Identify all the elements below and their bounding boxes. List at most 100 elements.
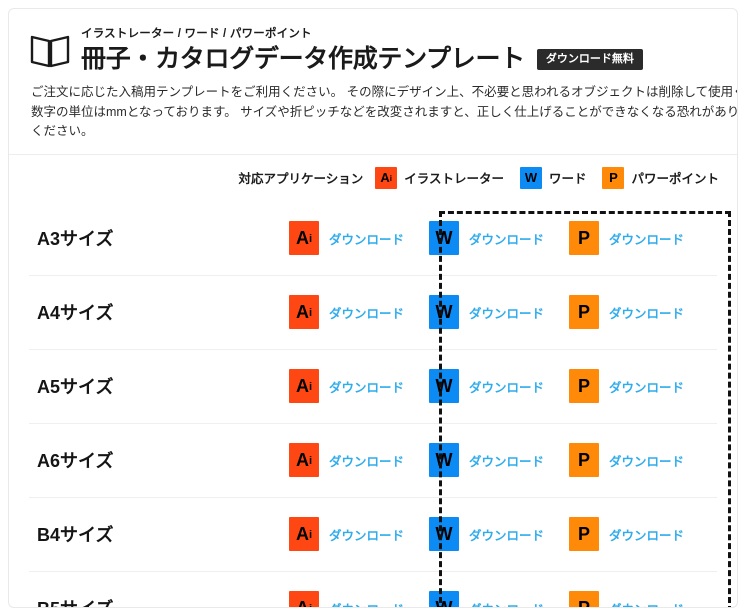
header-kicker: イラストレーター / ワード / パワーポイント: [81, 28, 312, 40]
download-cell-powerpoint: P ダウンロード: [569, 295, 709, 329]
download-link-powerpoint[interactable]: ダウンロード: [609, 377, 684, 396]
download-link-powerpoint[interactable]: ダウンロード: [609, 525, 684, 544]
powerpoint-icon[interactable]: P: [569, 221, 599, 255]
title-row: 冊子・カタログデータ作成テンプレート ダウンロード無料: [81, 44, 717, 74]
powerpoint-icon-letter: P: [577, 524, 590, 544]
download-cell-word: W ダウンロード: [429, 591, 569, 608]
download-cell-illustrator: Ai ダウンロード: [289, 369, 429, 403]
legend-name-word: ワード: [548, 172, 587, 186]
illustrator-icon[interactable]: Ai: [289, 295, 319, 329]
illustrator-icon[interactable]: Ai: [289, 369, 319, 403]
powerpoint-icon-letter: P: [577, 376, 590, 396]
word-icon-letter: W: [435, 376, 453, 396]
page-title: 冊子・カタログデータ作成テンプレート: [81, 45, 525, 73]
word-icon[interactable]: W: [429, 295, 459, 329]
download-cell-powerpoint: P ダウンロード: [569, 517, 709, 551]
powerpoint-icon-letter: P: [577, 598, 590, 608]
word-icon-letter: W: [435, 598, 453, 608]
description-line-1: ご注文に応じた入稿用テンプレートをご利用ください。 その際にデザイン上、不必要と…: [31, 85, 738, 99]
size-label: A6サイズ: [37, 451, 114, 471]
download-link-illustrator[interactable]: ダウンロード: [329, 303, 404, 322]
download-link-illustrator[interactable]: ダウンロード: [329, 599, 404, 608]
download-cell-word: W ダウンロード: [429, 295, 569, 329]
illustrator-icon[interactable]: Ai: [289, 443, 319, 477]
legend-item-word: W ワード: [519, 166, 587, 189]
powerpoint-icon[interactable]: P: [569, 443, 599, 477]
size-label: A3サイズ: [37, 229, 114, 249]
word-icon-letter: W: [435, 302, 453, 322]
download-cell-word: W ダウンロード: [429, 443, 569, 477]
table-row: A5サイズ Ai ダウンロード W ダウンロード P ダウンロード: [29, 348, 717, 423]
download-link-word[interactable]: ダウンロード: [469, 525, 544, 544]
legend-name-powerpoint: パワーポイント: [631, 172, 719, 186]
powerpoint-icon-letter: P: [577, 450, 590, 470]
word-icon-letter: W: [524, 170, 538, 185]
download-link-word[interactable]: ダウンロード: [469, 229, 544, 248]
powerpoint-icon-letter: P: [577, 228, 590, 248]
download-cell-word: W ダウンロード: [429, 221, 569, 255]
powerpoint-icon[interactable]: P: [569, 517, 599, 551]
word-icon[interactable]: W: [429, 591, 459, 608]
download-cell-powerpoint: P ダウンロード: [569, 369, 709, 403]
powerpoint-icon[interactable]: P: [569, 369, 599, 403]
table-row: B5サイズAiダウンロードWダウンロードPダウンロード: [29, 570, 717, 608]
download-cell-powerpoint: P ダウンロード: [569, 443, 709, 477]
download-link-word[interactable]: ダウンロード: [469, 303, 544, 322]
download-cell-illustrator: Ai ダウンロード: [289, 591, 429, 608]
download-link-word[interactable]: ダウンロード: [469, 599, 544, 608]
download-link-illustrator[interactable]: ダウンロード: [329, 377, 404, 396]
download-link-illustrator[interactable]: ダウンロード: [329, 451, 404, 470]
download-link-powerpoint[interactable]: ダウンロード: [609, 303, 684, 322]
download-link-powerpoint[interactable]: ダウンロード: [609, 229, 684, 248]
word-icon[interactable]: W: [429, 517, 459, 551]
table-row: B4サイズ Ai ダウンロード W ダウンロード P ダウンロード: [29, 496, 717, 571]
word-icon-letter: W: [435, 450, 453, 470]
download-link-word[interactable]: ダウンロード: [469, 451, 544, 470]
download-link-illustrator[interactable]: ダウンロード: [329, 229, 404, 248]
powerpoint-icon[interactable]: P: [569, 591, 599, 608]
illustrator-icon-letter: A: [295, 376, 309, 396]
illustrator-icon[interactable]: Ai: [289, 591, 319, 608]
illustrator-icon[interactable]: Ai: [289, 517, 319, 551]
word-icon[interactable]: W: [429, 221, 459, 255]
powerpoint-icon[interactable]: P: [569, 295, 599, 329]
size-label: B5サイズ: [29, 595, 289, 607]
illustrator-icon-subletter: i: [308, 455, 313, 468]
size-label: A4サイズ: [37, 303, 114, 323]
table-row: A6サイズ Ai ダウンロード W ダウンロード P ダウンロード: [29, 422, 717, 497]
description-block: ご注文に応じた入稿用テンプレートをご利用ください。 その際にデザイン上、不必要と…: [9, 74, 737, 142]
illustrator-icon-subletter: i: [309, 604, 312, 607]
illustrator-icon-letter: A: [295, 302, 309, 322]
illustrator-icon-subletter: i: [389, 174, 393, 184]
powerpoint-icon-letter: P: [577, 302, 590, 322]
word-icon[interactable]: W: [429, 443, 459, 477]
download-link-powerpoint[interactable]: ダウンロード: [609, 451, 684, 470]
description-line-3: ください。: [31, 124, 94, 138]
illustrator-icon[interactable]: Ai: [289, 221, 319, 255]
illustrator-icon-letter: A: [295, 450, 309, 470]
template-table: A3サイズ Ai ダウンロード W ダウンロード P ダウンロード A4サイズ Ai ダウンロード…: [9, 202, 737, 608]
size-label: B4サイズ: [37, 525, 114, 545]
download-cell-word: W ダウンロード: [429, 517, 569, 551]
download-cell-powerpoint: P ダウンロード: [569, 591, 709, 608]
download-cell-illustrator: Ai ダウンロード: [289, 221, 429, 255]
card-header: イラストレーター / ワード / パワーポイント 冊子・カタログデータ作成テンプ…: [9, 9, 737, 74]
illustrator-icon-subletter: i: [308, 233, 313, 246]
download-link-powerpoint[interactable]: ダウンロード: [609, 599, 684, 608]
open-book-icon: [29, 30, 71, 70]
word-icon[interactable]: W: [429, 369, 459, 403]
word-icon-letter: W: [435, 524, 453, 544]
download-link-illustrator[interactable]: ダウンロード: [329, 525, 404, 544]
download-cell-powerpoint: P ダウンロード: [569, 221, 709, 255]
template-card: イラストレーター / ワード / パワーポイント 冊子・カタログデータ作成テンプ…: [8, 8, 738, 608]
illustrator-icon-letter: A: [380, 170, 390, 185]
download-cell-illustrator: Ai ダウンロード: [289, 443, 429, 477]
powerpoint-icon-letter: P: [609, 170, 618, 185]
illustrator-icon-subletter: i: [308, 529, 313, 542]
legend-item-illustrator: Ai イラストレーター: [375, 166, 504, 189]
size-label: A5サイズ: [37, 377, 114, 397]
illustrator-icon-letter: A: [295, 598, 309, 608]
download-cell-word: W ダウンロード: [429, 369, 569, 403]
table-row: A3サイズ Ai ダウンロード W ダウンロード P ダウンロード: [29, 202, 717, 275]
download-link-word[interactable]: ダウンロード: [469, 377, 544, 396]
